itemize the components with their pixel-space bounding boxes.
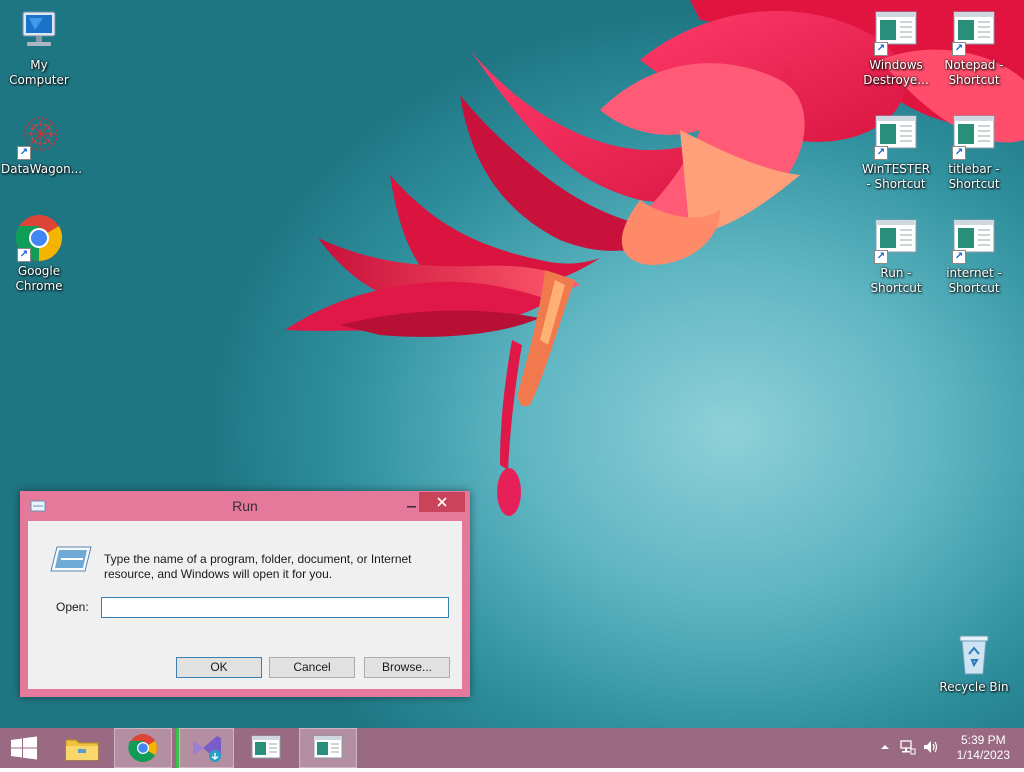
start-button[interactable] <box>0 728 48 768</box>
icon-label: Recycle Bin <box>939 680 1009 694</box>
desktop-icon-notepad-shortcut[interactable]: ↗ Notepad - Shortcut <box>936 8 1012 88</box>
taskbar: 5:39 PM 1/14/2023 <box>0 728 1024 768</box>
taskbar-chrome[interactable] <box>114 728 172 768</box>
icon-label: WinTESTER - Shortcut <box>861 162 931 191</box>
run-icon <box>50 546 92 572</box>
network-icon[interactable] <box>900 739 916 755</box>
taskbar-app-window-active[interactable] <box>299 728 357 768</box>
desktop-icon-recycle-bin[interactable]: Recycle Bin <box>936 630 1012 695</box>
show-hidden-icons-chevron-icon[interactable] <box>880 742 890 752</box>
app-window-icon <box>251 735 281 759</box>
icon-label: DataWagon... <box>1 162 83 176</box>
desktop-icon-windows-destroyer[interactable]: ↗ Windows Destroye... <box>858 8 934 88</box>
desktop: My Computer ↗ DataWagon... ↗ Google Chro… <box>0 0 1024 728</box>
taskbar-app-window[interactable] <box>240 728 292 768</box>
icon-label: My Computer <box>9 58 69 87</box>
icon-label: Run - Shortcut <box>870 266 922 295</box>
icon-label: Notepad - Shortcut <box>944 58 1004 87</box>
shortcut-arrow-icon: ↗ <box>17 248 31 262</box>
shortcut-arrow-icon: ↗ <box>874 146 888 160</box>
shortcut-arrow-icon: ↗ <box>952 42 966 56</box>
shortcut-arrow-icon: ↗ <box>952 146 966 160</box>
folder-icon <box>65 739 99 761</box>
clock-time: 5:39 PM <box>960 733 1006 747</box>
shortcut-arrow-icon: ↗ <box>17 146 31 160</box>
taskbar-file-explorer[interactable] <box>56 728 108 768</box>
icon-label: internet - Shortcut <box>946 266 1002 295</box>
taskbar-visual-studio[interactable] <box>176 728 234 768</box>
app-window-icon <box>313 735 343 759</box>
clock[interactable]: 5:39 PM 1/14/2023 <box>957 733 1010 763</box>
browse-button[interactable]: Browse... <box>364 657 450 678</box>
close-button[interactable] <box>419 492 465 512</box>
recycle-bin-icon <box>959 635 989 675</box>
computer-icon <box>22 11 56 46</box>
windows-logo-icon <box>11 736 37 760</box>
visual-studio-icon <box>193 736 221 762</box>
icon-label: Windows Destroye... <box>863 58 929 87</box>
shortcut-arrow-icon: ↗ <box>952 250 966 264</box>
open-input[interactable] <box>101 597 449 618</box>
shortcut-arrow-icon: ↗ <box>874 42 888 56</box>
clock-date: 1/14/2023 <box>956 748 1010 762</box>
icon-label: Google Chrome <box>15 264 63 293</box>
desktop-icon-internet-shortcut[interactable]: ↗ internet - Shortcut <box>936 216 1012 296</box>
run-dialog-body: Type the name of a program, folder, docu… <box>28 521 462 689</box>
run-dialog: Run Type the name of a program, folder, … <box>20 491 470 697</box>
open-label: Open: <box>56 600 89 614</box>
desktop-icon-google-chrome[interactable]: ↗ Google Chrome <box>1 214 77 294</box>
system-tray: 5:39 PM 1/14/2023 <box>864 728 1024 768</box>
desktop-icon-my-computer[interactable]: My Computer <box>1 8 77 88</box>
desktop-icon-datawagon[interactable]: ↗ DataWagon... <box>1 112 83 177</box>
shortcut-arrow-icon: ↗ <box>874 250 888 264</box>
volume-icon[interactable] <box>922 739 940 755</box>
icon-label: titlebar - Shortcut <box>948 162 1000 191</box>
run-dialog-message: Type the name of a program, folder, docu… <box>104 552 412 581</box>
chrome-icon <box>128 734 157 762</box>
run-dialog-titlebar[interactable]: Run <box>20 491 470 521</box>
desktop-icon-run-shortcut[interactable]: ↗ Run - Shortcut <box>858 216 934 296</box>
cancel-button[interactable]: Cancel <box>269 657 355 678</box>
ok-button[interactable]: OK <box>176 657 262 678</box>
desktop-icon-wintester-shortcut[interactable]: ↗ WinTESTER - Shortcut <box>858 112 934 192</box>
desktop-icon-titlebar-shortcut[interactable]: ↗ titlebar - Shortcut <box>936 112 1012 192</box>
close-icon <box>437 497 447 507</box>
